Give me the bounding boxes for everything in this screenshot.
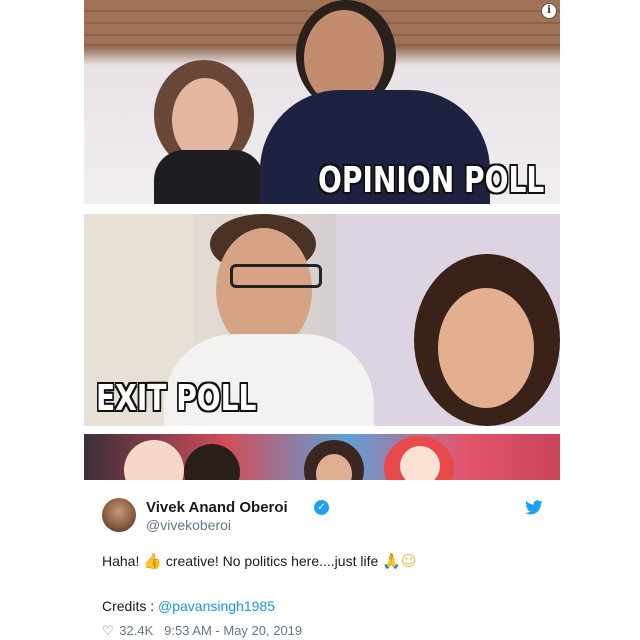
cartoon-face xyxy=(400,446,440,480)
tweet-embed: Vivek Anand Oberoi ✓ @vivekoberoi Haha! … xyxy=(84,484,560,640)
glasses xyxy=(230,264,322,288)
meme-tweet-card: OPINION POLL i EXIT POLL Vivek Anand Obe… xyxy=(84,0,560,640)
tweet-timestamp[interactable]: 9:53 AM - May 20, 2019 xyxy=(164,623,302,638)
tweet-text: Haha! 👍 creative! No politics here....ju… xyxy=(102,552,416,570)
tweet-text-start: Haha! xyxy=(102,553,140,569)
avatar[interactable] xyxy=(102,498,136,532)
author-handle[interactable]: @vivekoberoi xyxy=(146,517,231,533)
photo-exit-poll: EXIT POLL xyxy=(84,214,560,426)
twitter-bird-icon[interactable] xyxy=(524,500,544,516)
heart-icon[interactable]: ♡ xyxy=(102,624,114,639)
photo-cartoon-strip xyxy=(84,434,560,480)
image-divider xyxy=(84,426,560,434)
person-top-left xyxy=(154,150,264,204)
child-hair xyxy=(184,444,240,480)
cartoon-face xyxy=(124,440,184,480)
credits-line: Credits : @pavansingh1985 xyxy=(102,598,275,614)
thumbs-up-emoji-icon: 👍 xyxy=(143,552,162,570)
verified-badge-icon: ✓ xyxy=(314,500,329,515)
image-divider xyxy=(84,204,560,214)
like-count[interactable]: 32.4K xyxy=(119,623,153,638)
tweet-text-middle: creative! No politics here....just life xyxy=(165,553,379,569)
opinion-poll-caption: OPINION POLL xyxy=(318,160,545,201)
tweet-meta: ♡ 32.4K 9:53 AM - May 20, 2019 xyxy=(102,623,302,639)
photo-opinion-poll: OPINION POLL i xyxy=(84,0,560,204)
exit-poll-caption: EXIT POLL xyxy=(96,378,257,419)
smiley-emoji-icon: ☺ xyxy=(400,552,417,570)
author-name[interactable]: Vivek Anand Oberoi xyxy=(146,499,288,516)
folded-hands-emoji-icon: 🙏 xyxy=(382,552,401,570)
person-face-woman xyxy=(438,288,534,408)
credits-label: Credits : xyxy=(102,598,155,614)
info-icon[interactable]: i xyxy=(541,3,557,19)
credits-link[interactable]: @pavansingh1985 xyxy=(158,598,275,614)
